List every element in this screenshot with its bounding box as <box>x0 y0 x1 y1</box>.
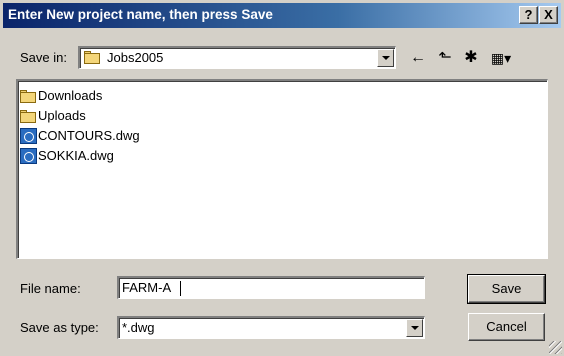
up-folder-icon[interactable]: ⬑ <box>435 49 455 67</box>
save-in-dropdown[interactable]: Jobs2005 <box>78 46 396 69</box>
file-list[interactable]: Downloads Uploads CONTOURS.dwg SOKKIA.dw… <box>16 79 548 259</box>
folder-icon <box>20 110 37 123</box>
text-caret <box>180 281 181 296</box>
view-menu-icon[interactable]: ▦▾ <box>488 49 514 67</box>
save-as-type-value: *.dwg <box>122 320 155 335</box>
dwg-file-icon <box>20 128 37 144</box>
file-name-text: CONTOURS.dwg <box>38 128 140 143</box>
chevron-down-icon[interactable] <box>377 49 394 67</box>
file-name-value: FARM-A <box>122 280 172 295</box>
title-bar[interactable]: Enter New project name, then press Save … <box>3 3 561 28</box>
resize-grip[interactable] <box>549 341 562 354</box>
cancel-button[interactable]: Cancel <box>468 313 545 341</box>
save-button[interactable]: Save <box>467 274 546 304</box>
back-arrow-icon[interactable]: ← <box>408 49 428 67</box>
file-name-label: File name: <box>20 281 81 296</box>
file-name-text: Uploads <box>38 108 86 123</box>
dwg-file-icon <box>20 148 37 164</box>
save-as-type-label: Save as type: <box>20 320 99 335</box>
file-name-text: Downloads <box>38 88 103 103</box>
close-button[interactable]: X <box>539 6 558 24</box>
file-name-text: SOKKIA.dwg <box>38 148 114 163</box>
help-button[interactable]: ? <box>519 6 538 24</box>
folder-icon <box>84 51 101 64</box>
folder-icon <box>20 90 37 103</box>
save-in-value: Jobs2005 <box>107 50 164 65</box>
save-as-type-dropdown[interactable]: *.dwg <box>117 316 425 339</box>
new-folder-icon[interactable]: ✱ <box>460 49 482 67</box>
chevron-down-icon[interactable] <box>406 319 423 337</box>
window-title: Enter New project name, then press Save <box>8 7 273 22</box>
save-dialog: Enter New project name, then press Save … <box>0 0 564 356</box>
save-in-label: Save in: <box>20 50 67 65</box>
file-name-field[interactable]: FARM-A <box>117 276 425 299</box>
